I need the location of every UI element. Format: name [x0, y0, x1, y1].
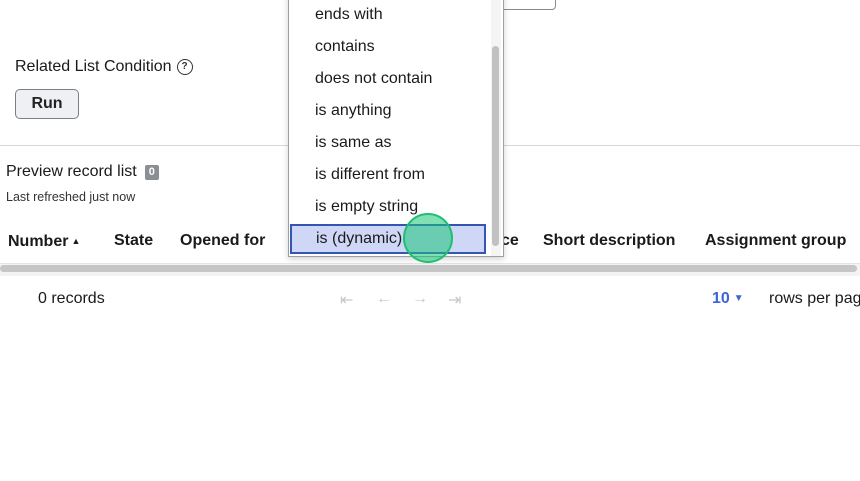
dropdown-option[interactable]: contains	[289, 32, 487, 62]
column-header-state[interactable]: State	[114, 232, 153, 250]
dropdown-option[interactable]: ends with	[289, 0, 487, 30]
column-header-opened-for[interactable]: Opened for	[180, 232, 265, 250]
prev-page-icon[interactable]: ←	[376, 290, 392, 308]
column-header-number-label: Number	[8, 233, 69, 250]
preview-title: Preview record list	[6, 163, 137, 180]
related-list-condition-label: Related List Condition ?	[15, 57, 193, 77]
column-header-assignment-group[interactable]: Assignment group	[705, 232, 846, 250]
rows-per-page-select[interactable]: 10 ▼	[712, 290, 744, 308]
dropdown-option[interactable]: is same as	[289, 128, 487, 158]
rows-per-page-value: 10	[712, 290, 730, 307]
record-count-badge: 0	[144, 164, 159, 180]
next-page-icon[interactable]: →	[412, 290, 428, 308]
chevron-down-icon: ▼	[733, 293, 744, 304]
rows-per-page-label: rows per pag	[769, 290, 860, 307]
column-header-number[interactable]: Number ▲	[8, 232, 80, 251]
dropdown-scrollbar-thumb[interactable]	[492, 46, 499, 246]
horizontal-scrollbar-thumb[interactable]	[0, 265, 857, 272]
run-button[interactable]: Run	[15, 89, 79, 119]
help-icon[interactable]: ?	[176, 59, 193, 75]
dropdown-option[interactable]: does not contain	[289, 64, 487, 94]
operator-dropdown-list[interactable]: ends with contains does not contain is a…	[288, 0, 504, 257]
last-refreshed-text: Last refreshed just now	[6, 190, 136, 204]
dropdown-option[interactable]: is anything	[289, 96, 487, 126]
dropdown-option-selected[interactable]: is (dynamic)	[290, 224, 486, 254]
sort-ascending-icon: ▲	[71, 236, 81, 246]
dropdown-option[interactable]: is empty string	[289, 192, 487, 222]
related-list-condition-text: Related List Condition	[15, 58, 172, 75]
click-indicator	[403, 213, 453, 263]
column-header-short-description[interactable]: Short description	[543, 232, 675, 250]
last-page-icon[interactable]: ⇥	[448, 290, 461, 310]
records-count-text: 0 records	[38, 290, 105, 307]
first-page-icon[interactable]: ⇤	[340, 290, 353, 310]
dropdown-option[interactable]: is different from	[289, 160, 487, 190]
preview-record-list-header: Preview record list 0	[6, 162, 159, 182]
